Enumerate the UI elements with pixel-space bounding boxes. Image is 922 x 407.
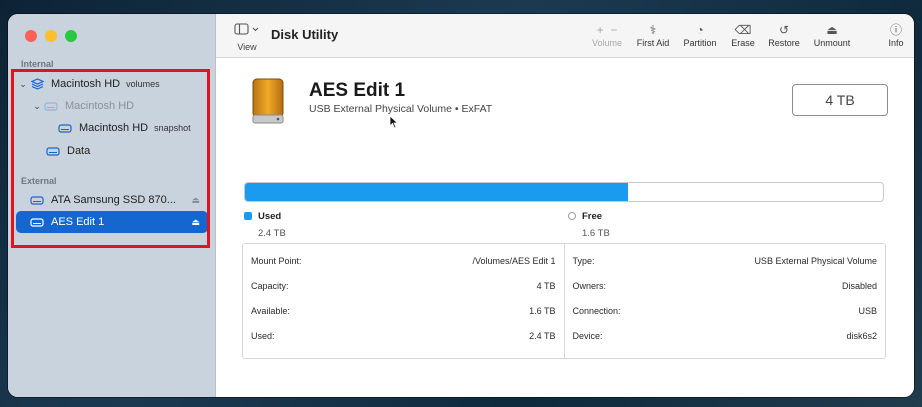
erase-button[interactable]: ⌫ Erase [728,22,758,48]
info-row-used: Used: 2.4 TB [251,330,556,341]
sidebar-item-macintosh-hd-volumes[interactable]: ⌄ Macintosh HD volumes [16,73,208,95]
free-label: Free [582,211,603,222]
drive-icon [30,194,44,206]
sidebar-item-sublabel: volumes [126,79,160,89]
sidebar-toggle-icon [234,23,259,35]
section-internal: Internal [21,59,54,69]
sidebar-item-label: Macintosh HD [79,122,149,134]
window-controls [25,30,77,42]
info-column-right: Type: USB External Physical Volume Owners… [563,244,886,358]
legend-free: Free 1.6 TB [568,211,610,239]
minimize-button[interactable] [45,30,57,42]
used-swatch [244,212,252,220]
info-button[interactable]: ⓘ Info [884,22,908,48]
mouse-cursor-icon [389,115,399,134]
main-content: AES Edit 1 USB External Physical Volume … [216,58,914,397]
info-column-left: Mount Point:/Volumes/AES Edit 1 Capacity… [243,244,564,358]
partition-button[interactable]: ◔ Partition [680,22,720,48]
usage-bar [244,182,884,202]
app-title: Disk Utility [271,27,339,42]
info-row-connection: Connection: USB [572,305,878,316]
sidebar-item-label: Data [67,145,91,157]
usage-bar-used-fill [245,183,628,201]
eject-icon[interactable]: ⏏ [191,195,200,206]
stethoscope-icon: ⚕ [649,23,657,37]
view-button[interactable]: View [232,22,262,52]
sidebar-item-data[interactable]: Data [46,140,208,162]
volume-label: Volume [591,38,623,48]
add-remove-volume-icon: + − [596,23,618,37]
sidebar-item-label: Macintosh HD [65,100,135,112]
sidebar-item-macintosh-hd-snapshot[interactable]: Macintosh HD snapshot [58,117,208,139]
info-row-available: Available: 1.6 TB [251,305,556,316]
free-value: 1.6 TB [582,228,610,239]
partition-label: Partition [683,38,717,48]
first-aid-button[interactable]: ⚕ First Aid [634,22,672,48]
disk-name: AES Edit 1 [309,80,406,101]
eject-icon[interactable]: ⏏ [191,217,200,228]
zoom-button[interactable] [65,30,77,42]
unmount-button[interactable]: ⏏ Unmount [810,22,854,48]
restore-button[interactable]: ↺ Restore [766,22,802,48]
disk-utility-window: Internal ⌄ Macintosh HD volumes ⌄ Macint… [8,14,914,397]
drive-icon [30,216,44,228]
volume-button[interactable]: + − Volume [590,22,624,48]
sidebar-item-label: Macintosh HD [51,78,121,90]
used-label: Used [258,211,282,222]
close-button[interactable] [25,30,37,42]
unmount-icon: ⏏ [826,23,838,37]
legend-used: Used 2.4 TB [244,211,286,239]
section-external: External [21,176,57,186]
first-aid-label: First Aid [636,38,670,48]
disk-description: USB External Physical Volume • ExFAT [309,103,493,115]
used-value: 2.4 TB [258,228,286,239]
erase-label: Erase [731,38,755,48]
sidebar-item-label: AES Edit 1 [51,216,105,228]
info-row-owners: Owners: Disabled [572,280,878,291]
unmount-label: Unmount [813,38,851,48]
info-row-device: Device: disk6s2 [572,330,878,341]
info-label: Info [888,38,904,48]
free-swatch [568,212,576,220]
stack-volumes-icon [30,78,44,90]
info-table: Mount Point:/Volumes/AES Edit 1 Capacity… [242,243,886,359]
chevron-down-icon[interactable]: ⌄ [16,79,30,90]
restore-label: Restore [768,38,800,48]
sidebar-item-ata-samsung-ssd[interactable]: ATA Samsung SSD 870... ⏏ [30,189,208,211]
drive-icon [44,100,58,112]
info-icon: ⓘ [889,23,902,37]
info-row-type: Type: USB External Physical Volume [572,255,878,266]
info-row-mount-point: Mount Point:/Volumes/AES Edit 1 [251,255,556,266]
pie-chart-icon: ◔ [696,23,704,37]
restore-icon: ↺ [778,23,790,37]
drive-icon [58,122,72,134]
toolbar: View Disk Utility + − Volume ⚕ First Aid… [216,14,914,58]
external-drive-icon [245,78,291,124]
eraser-icon: ⌫ [734,23,752,37]
sidebar-item-sublabel: snapshot [154,123,191,133]
view-label: View [237,42,257,52]
sidebar-item-aes-edit-1[interactable]: AES Edit 1 ⏏ [16,211,208,233]
chevron-down-icon[interactable]: ⌄ [30,101,44,112]
drive-icon [46,145,60,157]
sidebar-item-label: ATA Samsung SSD 870... [51,194,176,206]
sidebar: Internal ⌄ Macintosh HD volumes ⌄ Macint… [8,14,216,397]
capacity-badge: 4 TB [792,84,888,116]
sidebar-item-macintosh-hd-container[interactable]: ⌄ Macintosh HD [30,95,208,117]
info-row-capacity: Capacity: 4 TB [251,280,556,291]
